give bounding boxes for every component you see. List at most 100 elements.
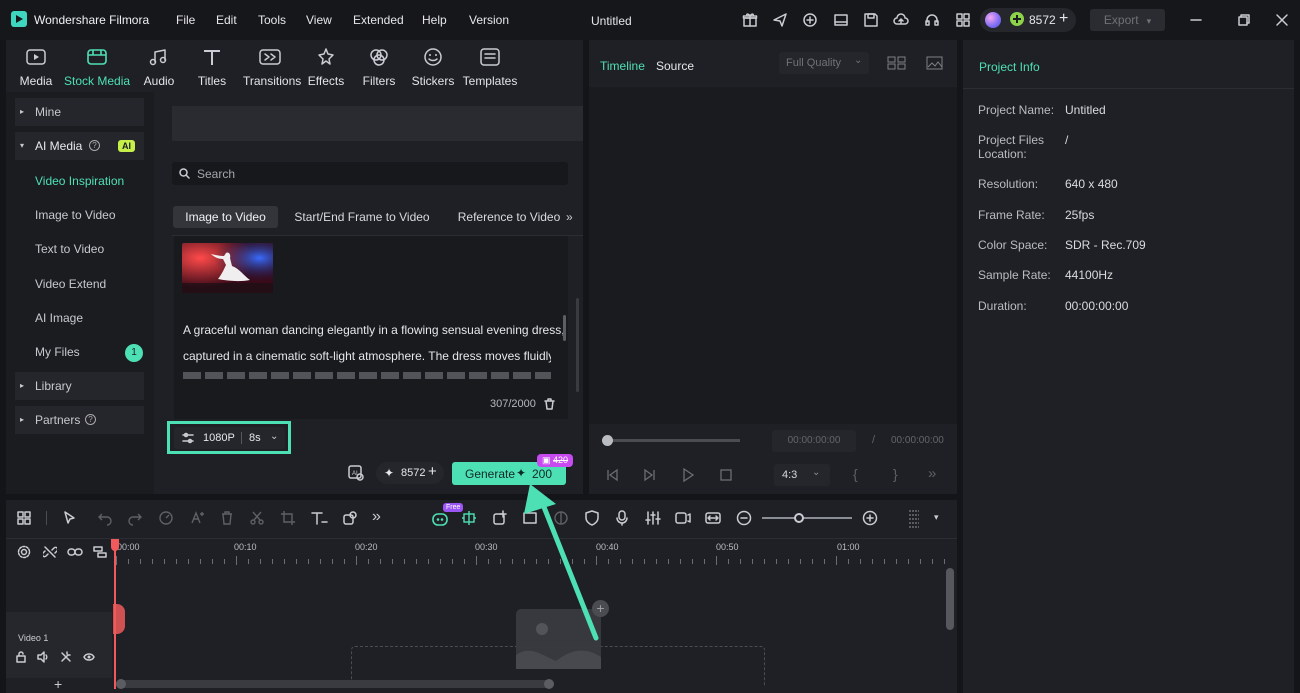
snapshot-image-icon[interactable]: [926, 56, 943, 70]
scrollbar-right-handle[interactable]: [544, 679, 554, 689]
credits-balance-pill[interactable]: ✦ 8572 +: [376, 462, 444, 484]
link-icon[interactable]: [67, 545, 83, 559]
quality-dropdown[interactable]: Full Quality ⌄: [779, 52, 869, 74]
sidebar-item-text-to-video[interactable]: Text to Video: [15, 235, 144, 263]
restore-icon[interactable]: [1236, 12, 1252, 28]
menu-extended[interactable]: Extended: [353, 13, 404, 27]
layout-icon[interactable]: [833, 12, 849, 28]
unlink-icon[interactable]: [43, 545, 57, 559]
ai-text-icon[interactable]: [189, 510, 205, 526]
menu-edit[interactable]: Edit: [216, 13, 237, 27]
prompt-scrollbar[interactable]: [563, 315, 566, 341]
menu-version[interactable]: Version: [469, 13, 509, 27]
tool-titles[interactable]: Titles: [186, 44, 238, 88]
mark-in-icon[interactable]: {: [853, 466, 858, 482]
text-tool-icon[interactable]: [310, 510, 328, 526]
minimize-icon[interactable]: [1188, 12, 1204, 28]
trash-icon[interactable]: [544, 398, 555, 410]
select-tool-icon[interactable]: [62, 510, 78, 526]
track-options-icon[interactable]: [907, 508, 921, 528]
stop-icon[interactable]: [718, 467, 734, 483]
microphone-icon[interactable]: [614, 510, 630, 526]
tool-audio[interactable]: Audio: [133, 44, 185, 88]
help-icon[interactable]: ?: [85, 414, 96, 425]
tab-timeline[interactable]: Timeline: [600, 59, 645, 73]
tool-stock-media[interactable]: Stock Media: [64, 44, 130, 88]
gift-icon[interactable]: [742, 12, 758, 28]
sidebar-item-video-extend[interactable]: Video Extend: [15, 270, 144, 298]
search-input[interactable]: Search: [172, 162, 568, 185]
lock-icon[interactable]: [15, 651, 27, 663]
sidebar-item-my-files[interactable]: My Files 1: [15, 338, 144, 366]
sync-icon[interactable]: [802, 12, 818, 28]
menu-file[interactable]: File: [176, 13, 195, 27]
cloud-upload-icon[interactable]: [893, 12, 909, 28]
tab-image-to-video[interactable]: Image to Video: [173, 206, 278, 228]
tool-stickers[interactable]: Stickers: [407, 44, 459, 88]
export-button[interactable]: Export ▾: [1090, 9, 1165, 31]
audio-mixer-icon[interactable]: [645, 510, 661, 526]
zoom-slider-handle[interactable]: [794, 513, 804, 523]
delete-icon[interactable]: [219, 510, 235, 526]
current-time-field[interactable]: 00:00:00:00: [772, 430, 856, 452]
scissors-icon[interactable]: [249, 510, 265, 526]
zoom-slider-track[interactable]: [762, 517, 852, 519]
save-icon[interactable]: [863, 12, 879, 28]
vertical-scrollbar[interactable]: [946, 568, 954, 630]
crop-icon[interactable]: [280, 510, 296, 526]
next-frame-icon[interactable]: [642, 467, 658, 483]
sidebar-item-ai-media[interactable]: ▾ AI Media ? AI: [15, 132, 144, 160]
sidebar-item-library[interactable]: ▸ Library: [15, 372, 144, 400]
sidebar-item-image-to-video[interactable]: Image to Video: [15, 201, 144, 229]
more-controls-icon[interactable]: »: [928, 465, 936, 482]
insert-media-icon[interactable]: [492, 510, 508, 526]
scrollbar-left-handle[interactable]: [116, 679, 126, 689]
menu-help[interactable]: Help: [422, 13, 447, 27]
zoom-out-icon[interactable]: [736, 510, 752, 526]
ai-copilot-icon[interactable]: [431, 510, 449, 528]
grid-view-icon[interactable]: [887, 56, 906, 70]
settings-gear-icon[interactable]: [17, 545, 31, 559]
track-manager-icon[interactable]: [93, 545, 107, 559]
aspect-ratio-dropdown[interactable]: 4:3 ⌄: [774, 464, 830, 486]
shapes-icon[interactable]: [342, 510, 358, 526]
panel-scrollbar[interactable]: [576, 298, 579, 392]
layout-grid-icon[interactable]: [16, 510, 32, 526]
send-icon[interactable]: [772, 12, 788, 28]
menu-tools[interactable]: Tools: [258, 13, 286, 27]
previous-frame-icon[interactable]: [604, 467, 620, 483]
eye-icon[interactable]: [83, 651, 95, 663]
generation-settings-dropdown[interactable]: 1080P 8s ⌄: [174, 427, 285, 449]
add-credits-icon[interactable]: +: [1059, 10, 1068, 28]
sidebar-item-video-inspiration[interactable]: Video Inspiration: [15, 167, 144, 195]
tool-filters[interactable]: Filters: [353, 44, 405, 88]
play-icon[interactable]: [680, 467, 696, 483]
reference-image-thumbnail[interactable]: [182, 243, 273, 293]
tool-media[interactable]: Media: [10, 44, 62, 88]
undo-icon[interactable]: [97, 510, 113, 526]
effects-off-icon[interactable]: [60, 651, 72, 663]
tool-transitions[interactable]: Transitions: [243, 44, 301, 88]
menu-view[interactable]: View: [306, 13, 332, 27]
ai-settings-icon[interactable]: AI: [347, 464, 365, 482]
sidebar-item-partners[interactable]: ▸ Partners?: [15, 406, 144, 434]
horizontal-scrollbar[interactable]: [116, 680, 554, 688]
tool-templates[interactable]: Templates: [462, 44, 518, 88]
playhead-handle[interactable]: [111, 539, 119, 551]
tab-source[interactable]: Source: [656, 59, 694, 73]
ai-voice-icon[interactable]: [675, 510, 691, 526]
speaker-icon[interactable]: [37, 651, 49, 663]
mark-out-icon[interactable]: }: [893, 466, 898, 482]
headset-icon[interactable]: [924, 12, 940, 28]
add-track-icon[interactable]: +: [54, 676, 62, 692]
progress-handle[interactable]: [602, 435, 613, 446]
tab-start-end-frame[interactable]: Start/End Frame to Video: [292, 206, 432, 228]
auto-reframe-icon[interactable]: [461, 510, 477, 526]
preview-canvas[interactable]: [589, 87, 957, 424]
progress-track[interactable]: [607, 439, 740, 442]
apps-grid-icon[interactable]: [955, 12, 971, 28]
speed-icon[interactable]: [158, 510, 174, 526]
sidebar-item-mine[interactable]: ▸ Mine: [15, 98, 144, 126]
zoom-in-icon[interactable]: [862, 510, 878, 526]
tool-effects[interactable]: Effects: [300, 44, 352, 88]
